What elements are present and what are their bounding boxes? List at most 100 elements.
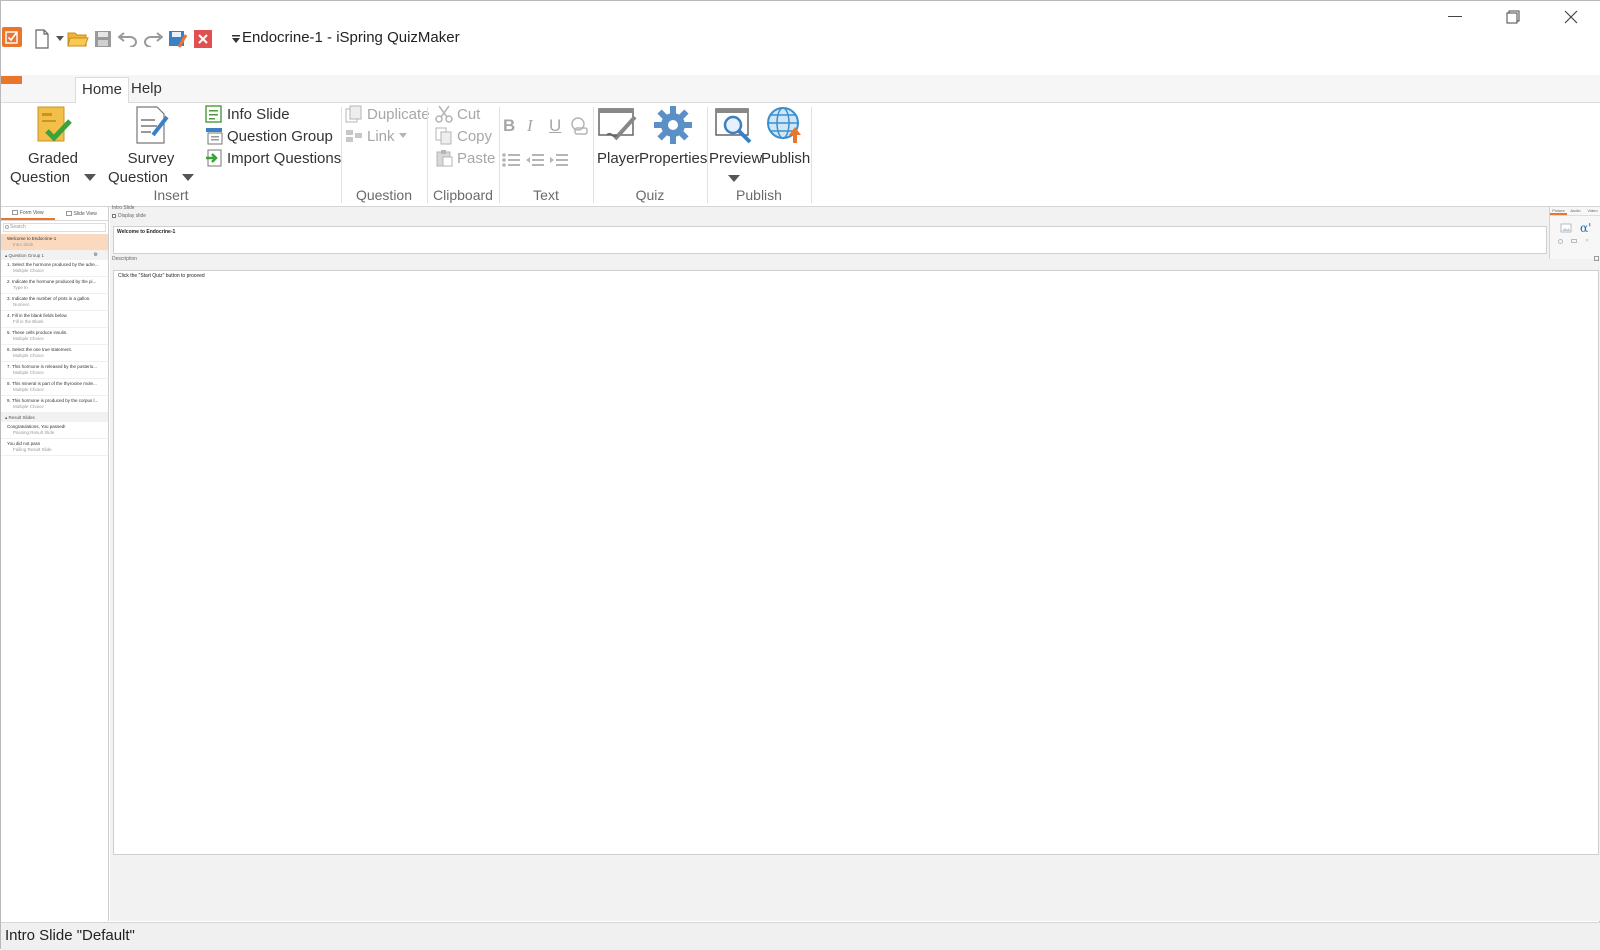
undo-icon[interactable] — [117, 28, 139, 50]
close-file-icon[interactable] — [192, 28, 214, 50]
list-item-result-failed[interactable]: You did not pass Failing Result Slide — [1, 439, 108, 456]
import-icon — [206, 149, 222, 167]
list-item-question[interactable]: 6. Select the one true statement. Multipl… — [1, 345, 108, 362]
list-item-intro[interactable]: Welcome to Endocrine-1 Intro Slide — [1, 234, 108, 251]
group-settings-icon[interactable]: ⚙ — [94, 252, 98, 259]
list-item-question[interactable]: 9. This hormone is produced by the corpu… — [1, 396, 108, 413]
redo-icon[interactable] — [142, 28, 164, 50]
copy-icon — [435, 127, 452, 145]
publish-button[interactable]: Publish — [761, 105, 811, 168]
app-logo-icon[interactable] — [2, 27, 22, 47]
player-button[interactable]: Player — [597, 105, 640, 168]
copy-button[interactable]: Copy — [435, 125, 492, 147]
open-folder-icon[interactable] — [67, 28, 89, 50]
list-item-question[interactable]: 7. This hormone is released by the poste… — [1, 362, 108, 379]
close-icon — [1564, 10, 1578, 24]
list-item-type: Intro Slide — [13, 242, 34, 247]
hyperlink-button[interactable] — [569, 115, 589, 137]
chevron-down-icon — [398, 133, 407, 138]
chevron-down-icon[interactable] — [728, 175, 740, 182]
cut-label: Cut — [457, 105, 481, 123]
publish-label: Publish — [761, 150, 811, 167]
description-field[interactable]: Click the "Start Quiz" button to proceed — [113, 270, 1599, 855]
list-item-question[interactable]: 2. Indicate the hormone produced by the … — [1, 277, 108, 294]
tab-audio[interactable]: Audio — [1567, 207, 1584, 215]
media-edit-icon[interactable] — [1571, 239, 1577, 243]
status-bar: Intro Slide "Default" — [1, 922, 1600, 950]
bold-button[interactable]: B — [503, 115, 515, 137]
save-as-icon[interactable] — [167, 28, 189, 50]
minimize-button[interactable] — [1431, 5, 1479, 29]
preview-icon — [715, 108, 752, 144]
graded-question-button[interactable]: Graded Question — [5, 105, 101, 187]
insert-equation-icon[interactable]: α' — [1580, 222, 1591, 234]
media-panel: Picture Audio Video α' ✕ — [1549, 207, 1600, 259]
tab-home[interactable]: Home — [75, 77, 130, 104]
italic-button[interactable]: I — [527, 115, 533, 137]
graded-question-label-line1: Graded — [27, 150, 79, 167]
increase-indent-button[interactable] — [549, 149, 569, 171]
list-item-type: Multiple Choice — [13, 336, 44, 341]
list-item-type: Multiple Choice — [13, 387, 44, 392]
question-list: 1. Select the hormone produced by the ad… — [1, 260, 108, 413]
quick-access-toolbar — [31, 27, 247, 51]
question-group-icon — [206, 128, 223, 145]
file-menu-button[interactable] — [1, 76, 22, 84]
duplicate-button[interactable]: Duplicate — [345, 103, 430, 125]
tab-form-view[interactable]: Form View — [1, 207, 55, 220]
checkbox-checked-icon — [112, 214, 116, 218]
list-item-question[interactable]: 1. Select the hormone produced by the ad… — [1, 260, 108, 277]
chevron-down-icon[interactable] — [182, 174, 195, 181]
close-button[interactable] — [1547, 5, 1595, 29]
paste-button[interactable]: Paste — [435, 147, 495, 169]
tab-picture[interactable]: Picture — [1550, 207, 1567, 215]
tab-video[interactable]: Video — [1584, 207, 1600, 215]
list-item-question[interactable]: 8. This mineral is part of the thyroxine… — [1, 379, 108, 396]
cut-button[interactable]: Cut — [435, 103, 480, 125]
list-item-question[interactable]: 3. Indicate the number of pints in a gal… — [1, 294, 108, 311]
search-input[interactable]: Search — [3, 223, 106, 232]
question-group-header[interactable]: ▴ Question Group 1 ⚙ — [1, 251, 108, 260]
decrease-indent-button[interactable] — [525, 149, 545, 171]
list-item-question[interactable]: 4. Fill in the blank fields below Fill in… — [1, 311, 108, 328]
result-slides-title: Result Slides — [8, 415, 35, 420]
display-slide-checkbox[interactable]: Display slide — [112, 213, 146, 219]
import-questions-button[interactable]: Import Questions — [205, 147, 341, 169]
form-view-icon — [11, 210, 18, 215]
expand-description-icon[interactable] — [1594, 256, 1599, 261]
underline-button[interactable]: U — [549, 115, 561, 137]
slide-view-icon — [65, 211, 72, 216]
question-group-button[interactable]: Question Group — [205, 125, 333, 147]
player-label: Player — [597, 150, 640, 167]
player-icon — [598, 108, 637, 141]
link-button[interactable]: Link — [345, 125, 407, 147]
new-file-icon[interactable] — [31, 28, 53, 50]
info-slide-button[interactable]: Info Slide — [205, 103, 290, 125]
tab-slide-view-label: Slide View — [73, 210, 97, 217]
ribbon-tabs: Home Help — [1, 75, 1600, 104]
preview-button[interactable]: Preview — [709, 105, 762, 187]
bullet-list-icon — [502, 153, 520, 167]
list-item-question[interactable]: 5. These cells produce insulin. Multiple … — [1, 328, 108, 345]
media-remove-icon[interactable]: ✕ — [1585, 239, 1589, 244]
tab-slide-view[interactable]: Slide View — [55, 207, 109, 220]
insert-picture-icon[interactable] — [1560, 222, 1572, 234]
media-settings-icon[interactable] — [1558, 239, 1563, 244]
survey-question-button[interactable]: Survey Question — [103, 105, 199, 187]
search-icon — [5, 225, 9, 229]
slide-title-field[interactable]: Welcome to Endocrine-1 — [113, 226, 1547, 254]
new-dropdown-icon[interactable] — [56, 28, 64, 50]
restore-button[interactable] — [1489, 5, 1537, 29]
group-label-text: Text — [533, 187, 559, 203]
tab-help[interactable]: Help — [125, 77, 168, 104]
list-item-type: Multiple Choice — [13, 353, 44, 358]
properties-button[interactable]: Properties — [639, 105, 707, 168]
chevron-down-icon[interactable] — [84, 174, 97, 181]
bullet-list-button[interactable] — [501, 149, 521, 171]
slide-list-panel: Form View Slide View Search Welcome to E… — [1, 207, 109, 921]
question-group-label: Question Group — [227, 127, 333, 145]
list-item-result-passed[interactable]: Congratulations, You passed! Passing Res… — [1, 422, 108, 439]
result-slides-header[interactable]: ▴ Result Slides — [1, 413, 108, 422]
section-title: Intro Slide — [112, 205, 135, 211]
save-icon[interactable] — [92, 28, 114, 50]
